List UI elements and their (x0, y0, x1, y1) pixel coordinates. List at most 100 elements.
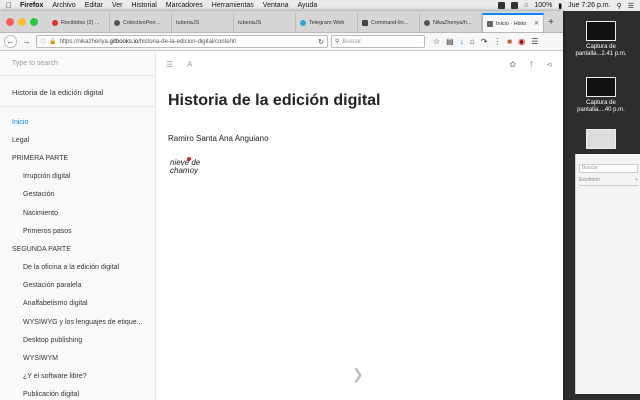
chapter-item[interactable]: De la oficina a la edición digital (0, 259, 155, 277)
author-name: Ramiro Santa Ana Anguiano (168, 134, 269, 143)
chapter-item[interactable]: Publicación digital (0, 386, 155, 400)
chapter-item[interactable]: ¿Y el software libre? (0, 368, 155, 386)
new-tab-button[interactable]: + (544, 13, 558, 32)
battery-percent[interactable]: 100% (534, 2, 552, 9)
facebook-icon[interactable]: f (530, 60, 532, 69)
tab-tuberiajs-2[interactable]: tuberiaJS (234, 13, 296, 32)
screenshot-thumbnail (586, 21, 616, 41)
nieve-de-chamoy-logo: nieve de chamoy (168, 155, 216, 177)
gmail-icon (52, 19, 58, 26)
toolbar-icons: ☆ ▤ ↓ ⌂ ↷ ⋮ ■ ◉ ☰ (433, 37, 538, 46)
apple-icon[interactable]:  (6, 1, 12, 10)
menu-editar[interactable]: Editar (85, 2, 103, 9)
menu-ventana[interactable]: Ventana (263, 2, 289, 9)
desktop-file[interactable]: Captura de pantalla...2.41 p.m. (571, 21, 631, 58)
tab-telegram[interactable]: Telegram Web (296, 13, 358, 32)
download-icon[interactable]: ↓ (460, 37, 464, 46)
info-icon[interactable]: ⓘ (40, 37, 46, 46)
hamburger-menu-icon[interactable]: ☰ (531, 37, 538, 46)
tab-label: tuberiaJS (176, 19, 200, 26)
chapter-item[interactable]: WYSIWYM (0, 349, 155, 367)
chapter-item[interactable]: Analfabetismo digital (0, 295, 155, 313)
chapter-item-legal[interactable]: Legal (0, 131, 155, 149)
chapter-item-inicio[interactable]: Inicio (0, 113, 155, 131)
finder-search-field[interactable]: Buscar (579, 164, 638, 173)
search-bar[interactable]: ⚲ Buscar (331, 35, 425, 48)
page-title: Historia de la edición digital (168, 92, 381, 109)
next-page-chevron-icon[interactable]: ❯ (352, 366, 364, 383)
part-heading-segunda[interactable]: SEGUNDA PARTE (0, 240, 155, 258)
clock[interactable]: Jue 7:26 p.m. (568, 2, 610, 9)
logo-line2: chamoy (170, 166, 199, 175)
back-button[interactable]: ← (4, 35, 17, 48)
share-icon[interactable]: ↷ (481, 37, 488, 46)
finder-folder-label[interactable]: Escritorio (579, 177, 600, 185)
mac-menubar:  Firefox Archivo Editar Ver Historial M… (0, 0, 640, 11)
battery-icon[interactable]: ▮ (558, 2, 562, 10)
content-toolbar: ☰ A ✿ f ⋖ (156, 52, 563, 76)
twitter-icon[interactable]: ✿ (509, 60, 516, 69)
font-settings-icon[interactable]: A (187, 60, 192, 69)
notification-center-icon[interactable]: ☰ (628, 2, 634, 10)
close-window-button[interactable] (6, 18, 14, 26)
sidebar-search-input[interactable]: Type to search (0, 52, 155, 76)
tab-inicio-active[interactable]: Inicio · Histo ✕ (482, 13, 544, 32)
chapter-item[interactable]: Desktop publishing (0, 331, 155, 349)
chapter-item[interactable]: Gestación paralela (0, 277, 155, 295)
menu-archivo[interactable]: Archivo (52, 2, 75, 9)
chapter-item[interactable]: Primeros pasos (0, 222, 155, 240)
chapter-item[interactable]: Gestación (0, 186, 155, 204)
ublock-icon[interactable]: ◉ (518, 37, 525, 46)
extensions-icon[interactable]: ⋮ (493, 37, 501, 46)
wifi-icon[interactable]: ○ (524, 2, 528, 9)
bookmark-star-icon[interactable]: ☆ (433, 37, 440, 46)
tab-colectivo[interactable]: ColectivoPerr... (110, 13, 172, 32)
toggle-sidebar-icon[interactable]: ☰ (166, 60, 173, 69)
status-icon[interactable] (511, 2, 519, 9)
page-content: Type to search Historia de la edición di… (0, 52, 563, 400)
app-menu-firefox[interactable]: Firefox (20, 2, 43, 9)
screenshot-thumbnail (586, 77, 616, 97)
spotlight-icon[interactable]: ⚲ (617, 2, 622, 10)
page-icon (362, 19, 368, 26)
url-bar[interactable]: ⓘ 🔒 https://nikazhenya. gitbooks.io/histo… (36, 35, 328, 48)
url-path: /historia-de-la-edicion-digital/content/ (138, 38, 237, 45)
tab-label: Command-lin... (371, 19, 409, 26)
tab-label: tuberiaJS (238, 19, 262, 26)
tab-nikazhenya[interactable]: NikaZhenya/h... (420, 13, 482, 32)
desktop-file[interactable]: Captura de pantalla....40 p.m. (571, 77, 631, 114)
firefox-window: Recibidos (2) ... ColectivoPerr... tuber… (0, 11, 563, 400)
close-tab-icon[interactable]: ✕ (534, 20, 539, 27)
menu-marcadores[interactable]: Marcadores (166, 2, 203, 9)
home-icon[interactable]: ⌂ (470, 37, 475, 46)
book-sidebar: Type to search Historia de la edición di… (0, 52, 156, 400)
search-placeholder: Buscar (342, 38, 362, 45)
menu-herramientas[interactable]: Herramientas (212, 2, 254, 9)
dropbox-icon[interactable] (498, 2, 506, 9)
menu-historial[interactable]: Historial (132, 2, 157, 9)
share-icon[interactable]: ⋖ (546, 60, 553, 69)
minimize-window-button[interactable] (18, 18, 26, 26)
tab-command-line[interactable]: Command-lin... (358, 13, 420, 32)
chapter-item[interactable]: Irrupción digital (0, 168, 155, 186)
zoom-window-button[interactable] (30, 18, 38, 26)
sidebar-book-title[interactable]: Historia de la edición digital (0, 76, 155, 107)
chapter-item[interactable]: Nacimiento (0, 204, 155, 222)
menu-ayuda[interactable]: Ayuda (297, 2, 317, 9)
reload-icon[interactable]: ↻ (318, 38, 324, 46)
desktop-file[interactable] (571, 129, 631, 152)
menu-ver[interactable]: Ver (112, 2, 123, 9)
part-heading-primera[interactable]: PRIMERA PARTE (0, 149, 155, 167)
file-label-line1: Captura de (586, 100, 616, 106)
plus-icon[interactable]: + (635, 177, 638, 185)
lock-icon[interactable]: 🔒 (49, 38, 56, 45)
tab-tuberiajs-1[interactable]: tuberiaJS (172, 13, 234, 32)
url-prefix: https://nikazhenya. (59, 38, 110, 45)
addon-icon[interactable]: ■ (507, 37, 512, 46)
article: Historia de la edición digital Ramiro Sa… (156, 76, 563, 177)
forward-button[interactable]: → (20, 35, 33, 48)
clipboard-icon[interactable]: ▤ (446, 37, 454, 46)
chapter-item[interactable]: WYSIWYG y los lenguajes de etique... (0, 313, 155, 331)
background-finder-window[interactable]: Buscar Escritorio + (575, 154, 640, 394)
tab-recibidos[interactable]: Recibidos (2) ... (48, 13, 110, 32)
